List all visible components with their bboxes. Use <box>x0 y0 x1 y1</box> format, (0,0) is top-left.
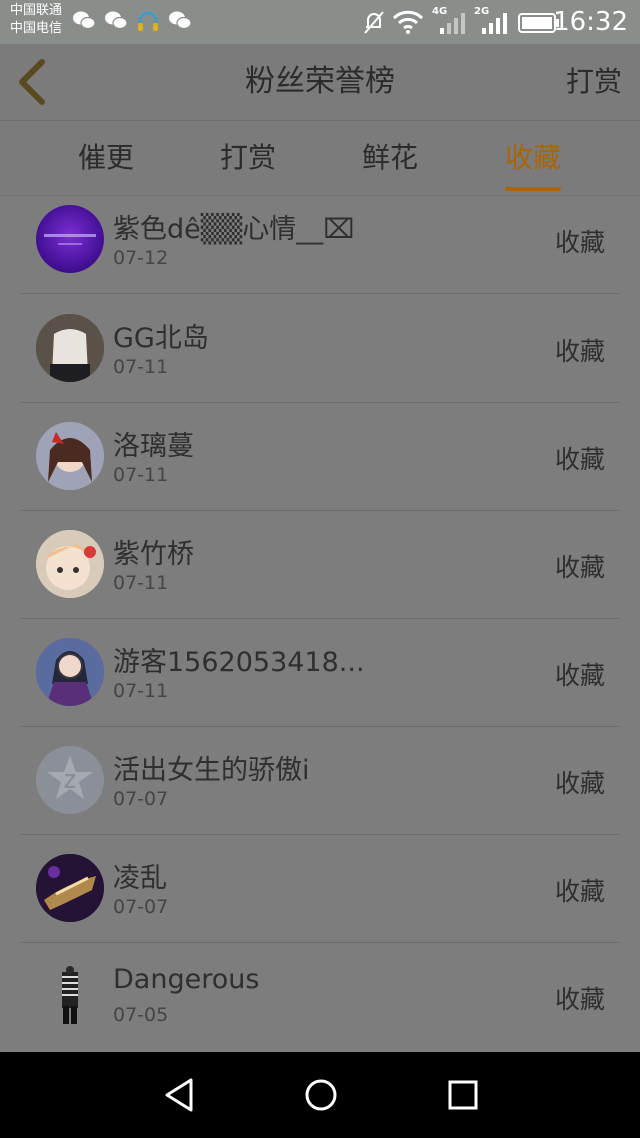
avatar <box>36 314 104 382</box>
list-item[interactable]: 游客1562053418... 07-11 收藏 <box>0 618 640 727</box>
fan-action-label: 收藏 <box>554 553 605 582</box>
wechat-icon <box>73 11 96 30</box>
fan-date: 07-11 <box>113 464 169 486</box>
system-nav-bar <box>0 1052 640 1138</box>
fan-list[interactable]: 紫色dê▒▒心情__⌧ 07-12 收藏 GG北岛 07-11 收藏 洛璃蔓 0… <box>0 196 640 1052</box>
wifi-icon <box>392 10 424 34</box>
list-item[interactable]: 紫色dê▒▒心情__⌧ 07-12 收藏 <box>0 196 640 294</box>
list-item[interactable]: Dangerous 07-05 收藏 <box>0 942 640 1050</box>
fan-name: 洛璃蔓 <box>113 431 194 462</box>
fan-action-label: 收藏 <box>554 661 605 690</box>
signal-icon <box>440 13 465 34</box>
signal-icon <box>482 13 507 34</box>
fan-name: 游客1562053418... <box>113 647 365 678</box>
fan-name: GG北岛 <box>113 323 209 354</box>
avatar <box>36 962 104 1030</box>
avatar <box>36 205 104 273</box>
default-user-icon: Z <box>36 746 104 814</box>
tab-favorites-label: 收藏 <box>504 141 561 174</box>
headset-icon <box>138 11 158 31</box>
wechat-icon <box>169 11 192 30</box>
fan-date: 07-11 <box>113 572 169 594</box>
nav-back-icon[interactable] <box>155 1070 205 1120</box>
fan-name: 凌乱 <box>113 863 167 894</box>
avatar <box>36 638 104 706</box>
fan-date: 07-05 <box>113 1004 169 1026</box>
carrier-2-label: 中国电信 <box>10 21 63 36</box>
fan-name: 紫竹桥 <box>113 539 194 570</box>
clock: 16:32 <box>553 7 628 37</box>
fan-name: 紫色dê▒▒心情__⌧ <box>113 214 355 245</box>
wechat-icon <box>105 11 128 30</box>
fan-action-label: 收藏 <box>554 228 605 257</box>
carrier-1-label: 中国联通 <box>10 3 63 18</box>
fan-action-label: 收藏 <box>554 445 605 474</box>
header-bar: 粉丝荣誉榜 打赏 <box>0 44 640 120</box>
avatar <box>36 422 104 490</box>
avatar: Z <box>36 746 104 814</box>
list-item[interactable]: 洛璃蔓 07-11 收藏 <box>0 402 640 511</box>
back-button[interactable] <box>10 56 60 108</box>
tab-favorites[interactable]: 收藏 <box>473 121 593 195</box>
mute-icon <box>364 11 384 34</box>
fan-name: 活出女生的骄傲i <box>113 755 310 786</box>
avatar <box>36 854 104 922</box>
page-title: 粉丝荣誉榜 <box>245 64 395 99</box>
fan-date: 07-07 <box>113 896 169 918</box>
tab-urge[interactable]: 催更 <box>46 121 166 195</box>
fan-action-label: 收藏 <box>554 337 605 366</box>
active-tab-indicator <box>505 187 561 191</box>
fan-action-label: 收藏 <box>554 877 605 906</box>
fan-name: Dangerous <box>113 964 260 995</box>
tab-reward[interactable]: 打赏 <box>188 121 308 195</box>
app-screen: 中国联通 中国电信 4G 2G 16:32 粉丝荣誉榜 打赏 催更 打赏 鲜花 … <box>0 0 640 1138</box>
tab-bar: 催更 打赏 鲜花 收藏 <box>0 121 640 195</box>
nav-recents-icon[interactable] <box>438 1070 488 1120</box>
svg-text:Z: Z <box>64 771 76 793</box>
list-item[interactable]: GG北岛 07-11 收藏 <box>0 294 640 403</box>
fan-date: 07-12 <box>113 247 169 269</box>
reward-button[interactable]: 打赏 <box>566 44 622 120</box>
nav-home-icon[interactable] <box>296 1070 346 1120</box>
list-item[interactable]: 紫竹桥 07-11 收藏 <box>0 510 640 619</box>
list-item[interactable]: Z 活出女生的骄傲i 07-07 收藏 <box>0 726 640 835</box>
fan-date: 07-11 <box>113 356 169 378</box>
fan-action-label: 收藏 <box>554 985 605 1014</box>
fan-date: 07-11 <box>113 680 169 702</box>
back-arrow-icon <box>19 59 45 105</box>
fan-action-label: 收藏 <box>554 769 605 798</box>
fan-date: 07-07 <box>113 788 169 810</box>
avatar <box>36 530 104 598</box>
tab-flowers[interactable]: 鲜花 <box>330 121 450 195</box>
list-item[interactable]: 凌乱 07-07 收藏 <box>0 834 640 943</box>
status-bar: 中国联通 中国电信 4G 2G 16:32 <box>0 0 640 44</box>
